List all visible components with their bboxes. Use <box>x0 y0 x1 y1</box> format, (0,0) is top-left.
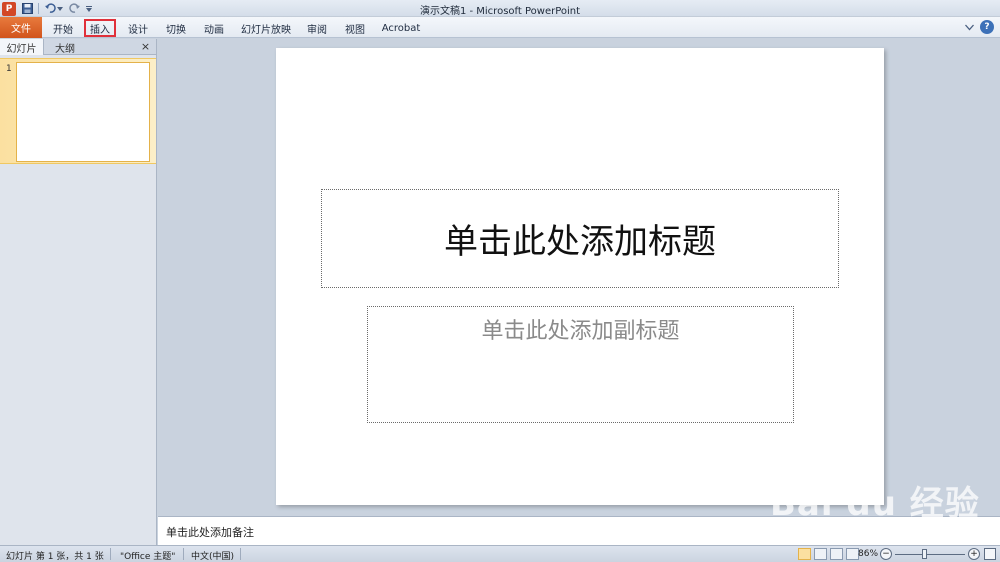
normal-view-icon[interactable] <box>798 548 811 560</box>
minimize-ribbon-icon[interactable] <box>962 20 976 34</box>
title-placeholder[interactable]: 单击此处添加标题 <box>321 189 839 288</box>
title-bar: P 演示文稿1 - Microsoft PowerPoint <box>0 0 1000 17</box>
status-bar: 幻灯片 第 1 张，共 1 张 "Office 主题" 中文(中国) 86% −… <box>0 545 1000 562</box>
slide-canvas[interactable]: 单击此处添加标题 单击此处添加副标题 <box>276 48 884 505</box>
tab-slideshow[interactable]: 幻灯片放映 <box>238 19 294 37</box>
tab-slides[interactable]: 幻灯片 <box>0 39 44 55</box>
theme-name[interactable]: "Office 主题" <box>120 549 175 562</box>
tab-design[interactable]: 设计 <box>122 19 154 37</box>
tab-transitions[interactable]: 切换 <box>160 19 192 37</box>
slide-thumbnail[interactable] <box>16 62 150 162</box>
tab-acrobat[interactable]: Acrobat <box>378 19 424 37</box>
tab-home[interactable]: 开始 <box>48 19 78 37</box>
fit-to-window-icon[interactable] <box>984 548 996 560</box>
tab-file[interactable]: 文件 <box>0 17 42 38</box>
slide-editing-area: 单击此处添加标题 单击此处添加副标题 <box>158 39 1000 516</box>
slide-thumbnail-item[interactable]: 1 <box>0 58 156 164</box>
zoom-slider-thumb[interactable] <box>922 549 927 559</box>
status-separator <box>110 548 111 560</box>
tab-outline[interactable]: 大纲 <box>46 39 84 55</box>
slide-info: 幻灯片 第 1 张，共 1 张 <box>6 552 104 562</box>
ribbon-tab-bar: 文件 开始 插入 设计 切换 动画 幻灯片放映 审阅 视图 Acrobat <box>0 17 1000 38</box>
notes-placeholder[interactable]: 单击此处添加备注 <box>166 524 254 540</box>
slides-pane-tabs: 幻灯片 大纲 × <box>0 39 156 55</box>
help-icon[interactable]: ? <box>980 20 994 34</box>
zoom-level[interactable]: 86% <box>858 549 878 559</box>
subtitle-placeholder[interactable]: 单击此处添加副标题 <box>367 306 794 423</box>
window-title: 演示文稿1 - Microsoft PowerPoint <box>419 6 581 17</box>
language-indicator[interactable]: 中文(中国) <box>191 549 234 562</box>
tab-review[interactable]: 审阅 <box>302 19 332 37</box>
slides-pane: 幻灯片 大纲 × 1 <box>0 39 157 545</box>
status-separator <box>183 548 184 560</box>
tab-view[interactable]: 视图 <box>340 19 370 37</box>
status-separator <box>240 548 241 560</box>
slide-number: 1 <box>6 64 12 74</box>
slide-sorter-view-icon[interactable] <box>814 548 827 560</box>
reading-view-icon[interactable] <box>830 548 843 560</box>
close-pane-icon[interactable]: × <box>139 40 152 53</box>
zoom-out-icon[interactable]: − <box>880 548 892 560</box>
zoom-in-icon[interactable]: + <box>968 548 980 560</box>
notes-pane[interactable]: 单击此处添加备注 <box>158 516 1000 545</box>
tab-animations[interactable]: 动画 <box>198 19 230 37</box>
zoom-slider[interactable] <box>895 554 965 555</box>
tab-insert[interactable]: 插入 <box>84 19 116 37</box>
